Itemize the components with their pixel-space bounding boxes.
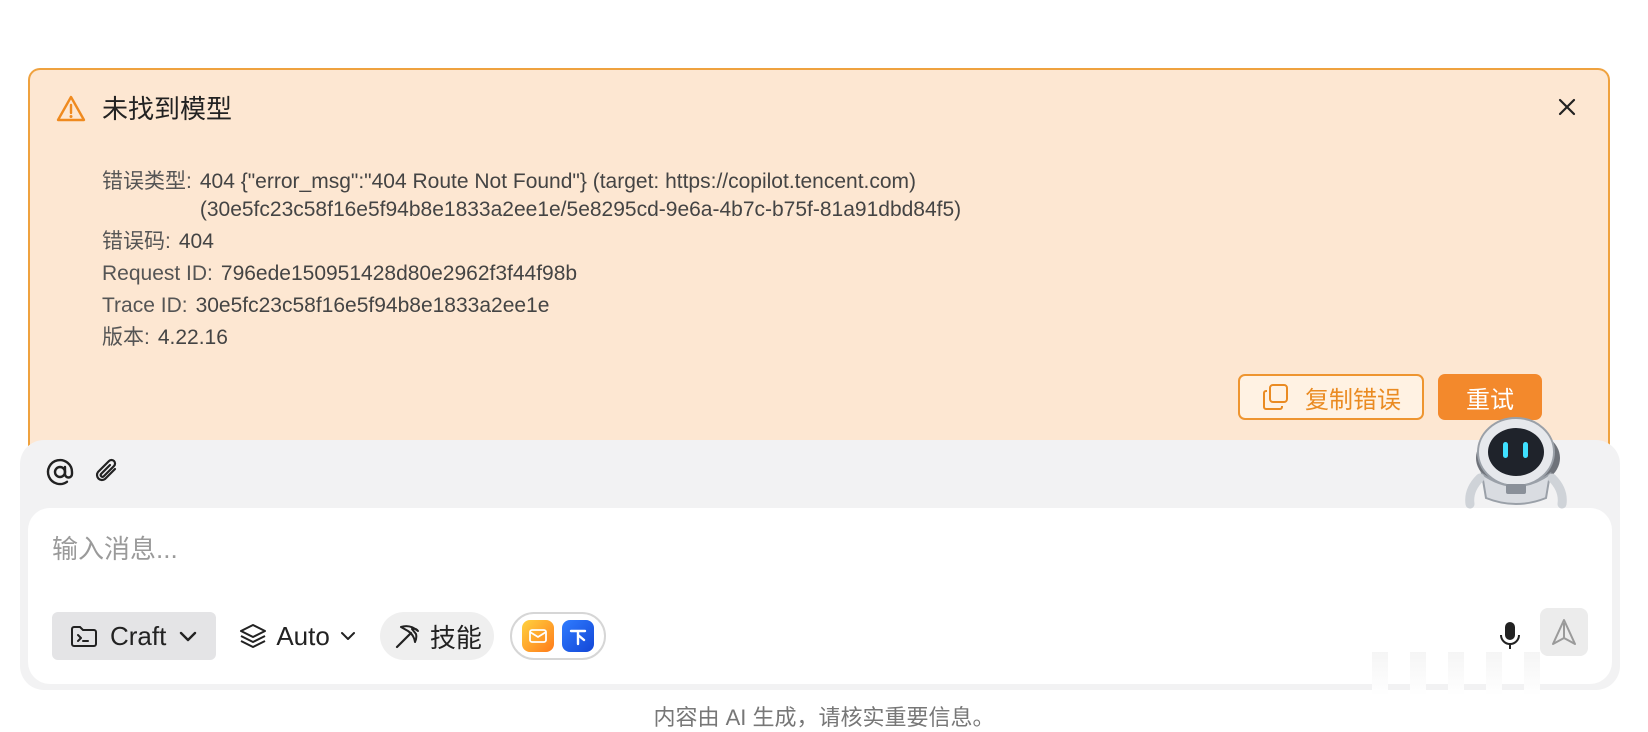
- detail-row-request-id: Request ID: 796ede150951428d80e2962f3f44…: [102, 260, 961, 288]
- message-input[interactable]: [50, 526, 1454, 572]
- microphone-icon[interactable]: [1490, 616, 1530, 656]
- skills-label: 技能: [429, 622, 482, 653]
- detail-value: 30e5fc23c58f16e5f94b8e1833a2ee1e: [195, 294, 550, 317]
- composer-toolbar: Craft Auto 技能: [52, 612, 606, 660]
- close-icon[interactable]: [1552, 92, 1582, 122]
- detail-label: Request ID:: [102, 262, 213, 285]
- terminal-folder-icon: [71, 626, 97, 647]
- detail-row-version: 版本: 4.22.16: [102, 324, 961, 352]
- copy-error-label: 复制错误: [1305, 386, 1401, 414]
- chevron-down-icon: [340, 632, 355, 640]
- detail-row-trace-id: Trace ID: 30e5fc23c58f16e5f94b8e1833a2ee…: [102, 292, 961, 320]
- decorative-bar: [1448, 652, 1464, 696]
- error-details: 错误类型: 404 {"error_msg":"404 Route Not Fo…: [102, 168, 961, 356]
- decorative-bar: [1372, 652, 1388, 696]
- detail-label: 版本:: [102, 326, 150, 349]
- robot-mascot: [1465, 417, 1567, 509]
- mode-label: Craft: [110, 620, 167, 651]
- connected-apps: [509, 612, 606, 660]
- mode-selector-button[interactable]: Craft: [52, 612, 217, 660]
- send-button[interactable]: [1540, 608, 1588, 656]
- mail-app-icon[interactable]: [521, 620, 554, 652]
- detail-value: 404 {"error_msg":"404 Route Not Found"} …: [199, 170, 962, 221]
- error-panel: 未找到模型 错误类型: 404 {"error_msg":"404 Route …: [28, 68, 1610, 448]
- detail-label: Trace ID:: [102, 294, 188, 317]
- layers-icon: [240, 624, 267, 648]
- decorative-bars: [1372, 652, 1572, 704]
- chevron-down-icon: [180, 631, 197, 642]
- blue-app-icon[interactable]: [561, 620, 594, 652]
- copy-error-button[interactable]: 复制错误: [1238, 374, 1424, 420]
- decorative-bar: [1524, 652, 1540, 696]
- detail-value: 4.22.16: [157, 326, 228, 349]
- detail-label: 错误类型:: [102, 170, 192, 193]
- model-selector-button[interactable]: Auto: [232, 612, 364, 660]
- pickaxe-icon: [395, 625, 419, 649]
- detail-label: 错误码:: [102, 230, 171, 253]
- skills-button[interactable]: 技能: [379, 612, 494, 660]
- detail-row-error-code: 错误码: 404: [102, 228, 961, 256]
- at-icon[interactable]: [42, 454, 78, 490]
- t-shape-icon: [569, 629, 587, 646]
- detail-value: 796ede150951428d80e2962f3f44f98b: [220, 262, 578, 285]
- decorative-bar: [1410, 652, 1426, 696]
- paperclip-icon[interactable]: [90, 454, 126, 490]
- copy-icon: [1263, 384, 1288, 410]
- model-label: Auto: [276, 620, 330, 651]
- ai-disclaimer: 内容由 AI 生成，请核实重要信息。: [653, 705, 995, 730]
- envelope-icon: [528, 629, 547, 643]
- warning-icon: [56, 95, 86, 122]
- send-icon: [1552, 619, 1576, 645]
- detail-value: 404: [178, 230, 214, 253]
- detail-row-error-type: 错误类型: 404 {"error_msg":"404 Route Not Fo…: [102, 168, 961, 224]
- error-title: 未找到模型: [102, 94, 233, 124]
- decorative-bar: [1486, 652, 1502, 696]
